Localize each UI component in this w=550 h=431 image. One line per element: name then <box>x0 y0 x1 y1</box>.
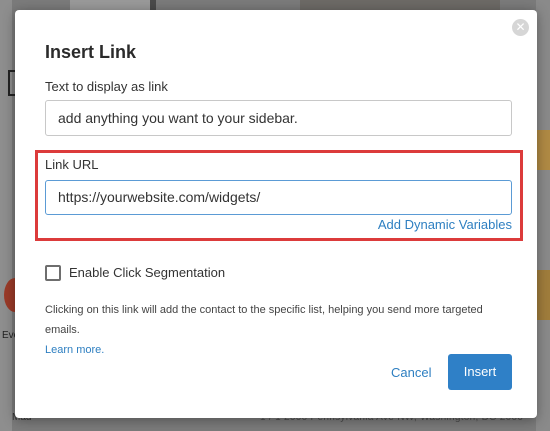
add-dynamic-variables-link[interactable]: Add Dynamic Variables <box>378 217 512 232</box>
help-text-body: Clicking on this link will add the conta… <box>45 304 483 336</box>
background-panel <box>0 0 12 431</box>
display-text-label: Text to display as link <box>45 79 168 94</box>
learn-more-link[interactable]: Learn more. <box>45 344 104 356</box>
dialog-title: Insert Link <box>45 42 137 62</box>
background-right-image <box>536 130 550 170</box>
click-segmentation-label[interactable]: Enable Click Segmentation <box>69 265 225 280</box>
background-right-panel <box>536 0 550 431</box>
link-url-label: Link URL <box>45 157 99 172</box>
display-text-input[interactable]: add anything you want to your sidebar. <box>45 100 512 136</box>
help-text: Clicking on this link will add the conta… <box>45 300 520 360</box>
cancel-button[interactable]: Cancel <box>391 365 431 380</box>
insert-button[interactable]: Insert <box>448 354 512 390</box>
insert-link-dialog: ✕ Insert Link Text to display as link ad… <box>15 10 537 418</box>
background-right-image-2 <box>536 270 550 320</box>
close-icon[interactable]: ✕ <box>512 19 529 36</box>
link-url-input[interactable]: https://yourwebsite.com/widgets/ <box>45 180 512 215</box>
click-segmentation-checkbox[interactable] <box>45 265 61 281</box>
